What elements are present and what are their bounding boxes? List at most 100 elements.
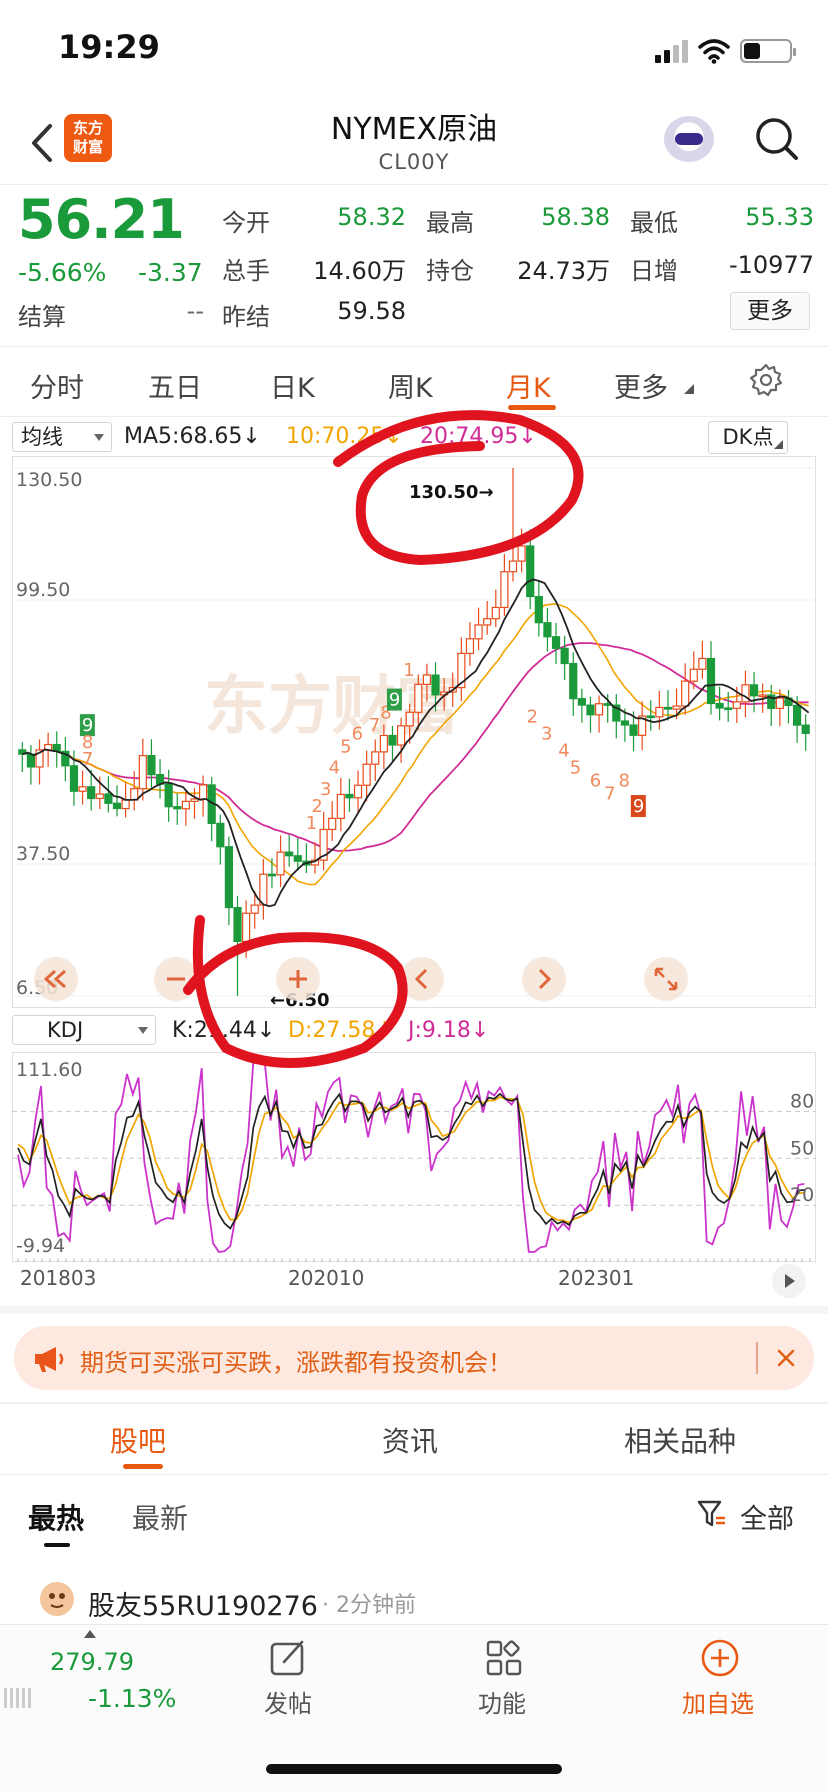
td-marker-label: 5 (570, 758, 581, 779)
scroll-far-left-button[interactable] (34, 957, 78, 1001)
candle-body (801, 724, 810, 735)
kdj-y-min-label: -9.94 (16, 1235, 65, 1257)
candle-body (491, 606, 500, 620)
td-marker-label: 7 (604, 783, 615, 804)
candle-body (775, 697, 784, 709)
kdj-chart[interactable]: 111.60 -9.94 80 50 20 (12, 1052, 816, 1262)
tab-forum[interactable]: 股吧 (110, 1420, 166, 1460)
oi-change-value: -10977 (728, 251, 814, 279)
post-author[interactable]: 股友55RU190276 (88, 1584, 318, 1623)
ma10-readout: 10:70.25↓ (286, 424, 403, 449)
index-change[interactable]: -1.13% (88, 1684, 176, 1713)
candle-body (508, 560, 518, 573)
active-tab-underline (508, 405, 556, 410)
candle-body (112, 802, 122, 810)
candle-body (233, 906, 242, 943)
battery-icon (740, 39, 796, 63)
candle-body (758, 694, 767, 698)
candle-body (121, 799, 130, 810)
low-label: 最低 (630, 209, 678, 237)
zoom-in-button[interactable] (276, 957, 320, 1001)
signal-icon (655, 39, 688, 63)
candle-body (104, 793, 113, 804)
kdj-right-tick: 20 (790, 1184, 814, 1206)
dk-point-button[interactable]: DK点 (708, 421, 788, 454)
kdj-indicator-select[interactable]: KDJ (12, 1015, 156, 1045)
collapse-arrow-icon[interactable] (84, 1630, 96, 1638)
candle-body (414, 683, 423, 713)
prev-settle-value: 59.58 (337, 297, 406, 325)
ma-indicator-select[interactable]: 均线 (12, 422, 112, 452)
candle-body (551, 636, 561, 649)
robot-assistant-icon[interactable] (664, 116, 714, 162)
candle-body (388, 734, 397, 746)
tab-daily-k[interactable]: 日K (270, 366, 315, 405)
double-chevron-left-icon (43, 969, 66, 989)
scroll-left-button[interactable] (400, 957, 444, 1001)
scroll-right-button[interactable] (522, 957, 566, 1001)
sort-hottest[interactable]: 最热 (28, 1497, 84, 1537)
y-tick-label: 130.50 (16, 469, 82, 491)
candle-body (698, 657, 707, 670)
close-icon[interactable] (770, 1340, 802, 1376)
status-time: 19:29 (58, 28, 160, 66)
td-marker-label: 8 (618, 770, 629, 791)
search-icon[interactable] (752, 114, 800, 164)
tab-five-day[interactable]: 五日 (148, 366, 202, 405)
zoom-out-button[interactable] (154, 957, 198, 1001)
filter-icon[interactable] (696, 1498, 728, 1530)
compose-icon[interactable] (268, 1638, 308, 1678)
tab-news[interactable]: 资讯 (382, 1420, 438, 1460)
play-button[interactable] (772, 1264, 806, 1298)
nav-add-watchlist-label[interactable]: 加自选 (682, 1684, 754, 1719)
candle-body (483, 618, 492, 626)
candle-body (267, 873, 277, 877)
candle-body (706, 657, 716, 705)
candle-body (371, 751, 380, 765)
candlestick-chart[interactable]: 东方财富 987123456 789123456789 130.5099.5037… (12, 456, 816, 1008)
active-sort-underline (44, 1543, 70, 1547)
nav-functions-label[interactable]: 功能 (478, 1684, 526, 1719)
open-value: 58.32 (337, 203, 406, 231)
tab-more[interactable]: 更多 (614, 366, 668, 405)
volume-label: 总手 (222, 257, 270, 285)
index-value[interactable]: 279.79 (50, 1648, 134, 1676)
section-gap (0, 1306, 828, 1314)
candle-body (328, 817, 337, 831)
expand-icon (654, 967, 678, 991)
fullscreen-button[interactable] (644, 957, 688, 1001)
tab-monthly-k[interactable]: 月K (506, 366, 551, 405)
filter-label[interactable]: 全部 (740, 1497, 794, 1536)
apps-grid-icon[interactable] (484, 1638, 524, 1678)
open-interest-value: 24.73万 (517, 257, 610, 285)
candle-body (620, 720, 630, 726)
tab-related[interactable]: 相关品种 (624, 1420, 736, 1460)
more-quote-button[interactable]: 更多 (730, 292, 810, 330)
candle-body (242, 912, 251, 943)
high-value: 58.38 (541, 203, 610, 231)
chevron-right-icon (538, 968, 552, 990)
volume-value: 14.60万 (313, 257, 406, 285)
prev-settle-label: 昨结 (222, 303, 270, 331)
candle-body (792, 704, 802, 726)
td-marker-label: 4 (329, 758, 340, 779)
wifi-icon (698, 39, 730, 64)
candle-body (87, 786, 96, 800)
nav-post-label[interactable]: 发帖 (264, 1684, 312, 1719)
post-time: · 2分钟前 (322, 1593, 416, 1618)
candle-body (379, 734, 388, 753)
sort-latest[interactable]: 最新 (132, 1497, 188, 1537)
candle-body (78, 786, 87, 792)
candle-body (663, 706, 673, 710)
kdj-right-tick: 80 (790, 1090, 814, 1112)
add-circle-icon[interactable] (700, 1638, 740, 1678)
divider (0, 1402, 828, 1404)
candle-body (216, 822, 225, 848)
tab-intraday[interactable]: 分时 (30, 366, 84, 405)
chevron-left-icon (414, 968, 428, 990)
gear-icon[interactable] (748, 362, 784, 398)
tab-weekly-k[interactable]: 周K (388, 366, 433, 405)
ma5-readout: MA5:68.65↓ (124, 424, 261, 449)
change-amount: -3.37 (138, 258, 203, 287)
avatar[interactable] (40, 1582, 74, 1616)
